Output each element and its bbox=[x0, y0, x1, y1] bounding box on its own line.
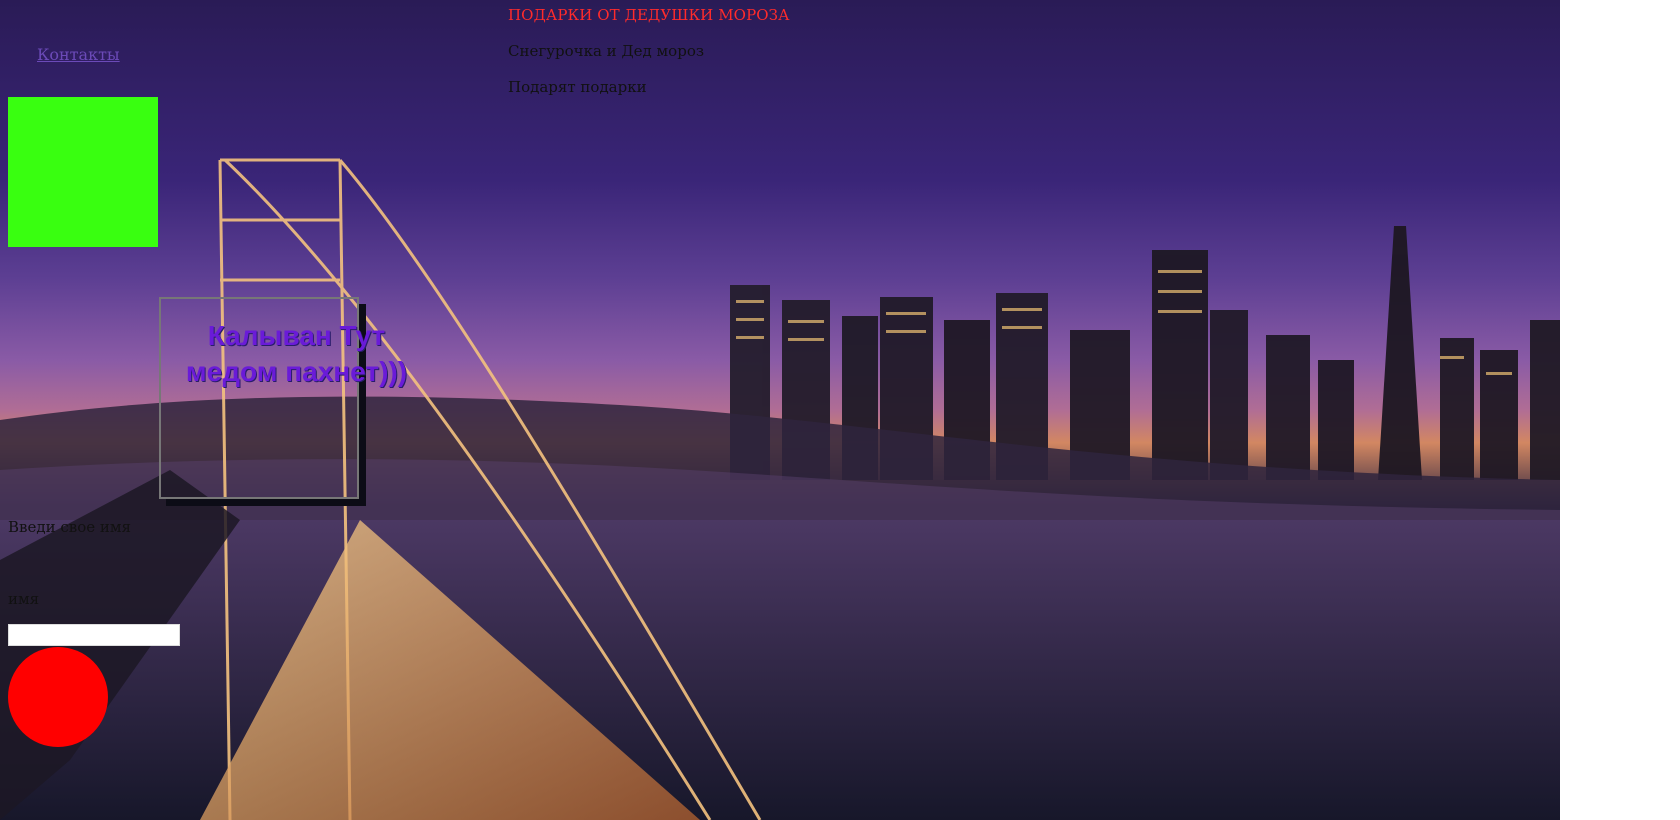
subheading-line-2: Подарят подарки bbox=[508, 78, 647, 96]
subheading-line-1: Снегурочка и Дед мороз bbox=[508, 42, 705, 60]
page-heading: ПОДАРКИ ОТ ДЕДУШКИ МОРОЗА bbox=[508, 6, 790, 24]
framed-title: Калыван Тут медом пахнет))) bbox=[185, 320, 408, 387]
red-circle bbox=[8, 647, 108, 747]
name-caption: Введи свое имя bbox=[8, 518, 131, 536]
green-square bbox=[8, 97, 158, 247]
name-input[interactable] bbox=[8, 624, 180, 646]
contacts-link[interactable]: Контакты bbox=[37, 45, 120, 64]
name-label: имя bbox=[8, 590, 40, 608]
